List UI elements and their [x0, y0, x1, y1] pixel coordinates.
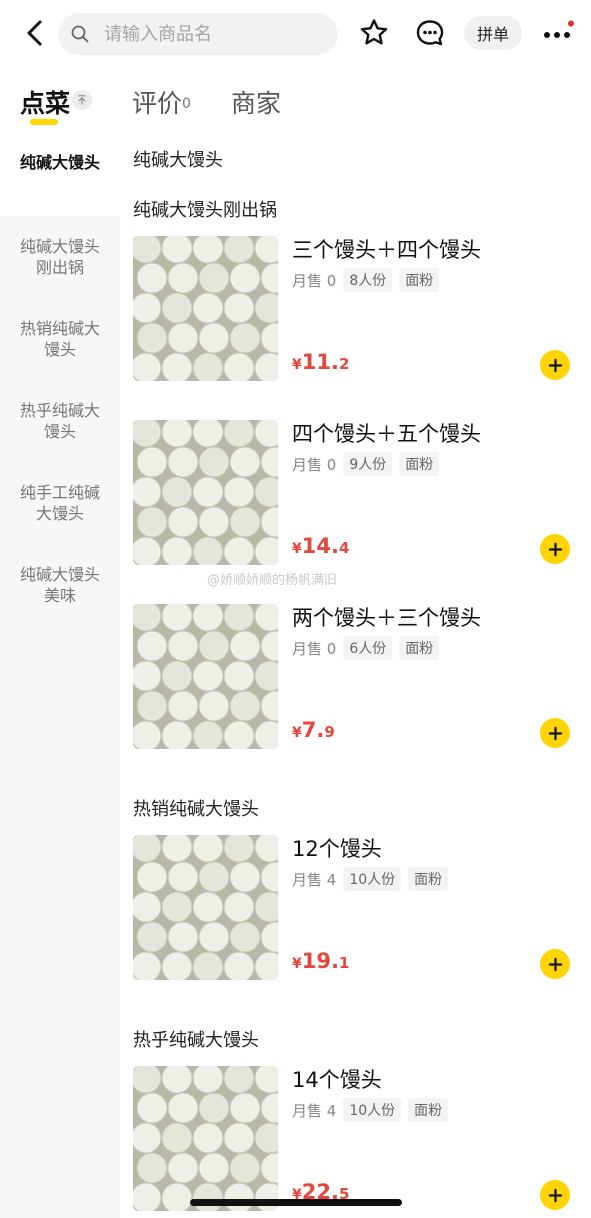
product-card[interactable]: 14个馒头 月售 4 10人份 面粉 ¥22.5: [133, 1066, 588, 1214]
product-meta: 月售 0 9人份 面粉: [292, 452, 446, 476]
monthly-sales: 月售 4: [292, 1101, 337, 1120]
monthly-sales: 月售 0: [292, 271, 337, 290]
serving-tag: 10人份: [343, 1098, 402, 1122]
serving-tag: 9人份: [343, 452, 393, 476]
search-icon: [71, 25, 89, 43]
sidebar-item[interactable]: 热销纯碱大馒头: [0, 318, 120, 360]
product-price: ¥7.9: [292, 718, 335, 742]
section-title: 纯碱大馒头刚出锅: [133, 200, 277, 221]
plus-icon: [548, 542, 562, 556]
add-to-cart-button[interactable]: [540, 949, 570, 979]
sidebar-item[interactable]: 纯碱大馒头美味: [0, 564, 120, 606]
watermark: @娇顺娇顺的杨帆满旧: [207, 573, 338, 588]
add-to-cart-button[interactable]: [540, 350, 570, 380]
product-price: ¥14.4: [292, 534, 350, 558]
product-image: [133, 604, 278, 749]
serving-tag: 8人份: [343, 268, 393, 292]
serving-tag: 10人份: [343, 867, 402, 891]
chat-icon[interactable]: [414, 17, 446, 49]
add-to-cart-button[interactable]: [540, 1180, 570, 1210]
sidebar-item[interactable]: 纯手工纯碱大馒头: [0, 482, 120, 524]
plus-icon: [548, 358, 562, 372]
product-image: [133, 420, 278, 565]
group-order-button[interactable]: 拼单: [464, 16, 522, 50]
product-price: ¥19.1: [292, 949, 350, 973]
home-indicator[interactable]: [190, 1199, 402, 1206]
product-name: 两个馒头＋三个馒头: [292, 606, 481, 630]
tab-merchant[interactable]: 商家: [231, 84, 281, 120]
tab-review[interactable]: 评价: [132, 84, 182, 120]
product-name: 三个馒头＋四个馒头: [292, 238, 481, 262]
sidebar-item-active[interactable]: 纯碱大馒头: [0, 130, 120, 216]
top-bar: 拼单: [0, 0, 591, 68]
product-card[interactable]: 12个馒头 月售 4 10人份 面粉 ¥19.1: [133, 835, 588, 983]
product-price: ¥11.2: [292, 350, 350, 374]
ingredient-tag: 面粉: [408, 867, 449, 891]
product-meta: 月售 0 8人份 面粉: [292, 268, 446, 292]
plus-icon: [548, 1188, 562, 1202]
product-card[interactable]: 三个馒头＋四个馒头 月售 0 8人份 面粉 ¥11.2: [133, 236, 588, 384]
review-count: 0: [182, 96, 191, 112]
ingredient-tag: 面粉: [399, 452, 440, 476]
add-to-cart-button[interactable]: [540, 718, 570, 748]
product-card[interactable]: 两个馒头＋三个馒头 月售 0 6人份 面粉 ¥7.9: [133, 604, 588, 752]
plus-icon: [548, 726, 562, 740]
more-icon[interactable]: [540, 20, 576, 48]
sidebar-item[interactable]: 纯碱大馒头刚出锅: [0, 236, 120, 278]
plus-icon: [548, 957, 562, 971]
collapse-up-icon[interactable]: [72, 90, 92, 110]
monthly-sales: 月售 4: [292, 870, 337, 889]
sidebar-item[interactable]: 热乎纯碱大馒头: [0, 400, 120, 442]
monthly-sales: 月售 0: [292, 455, 337, 474]
search-box[interactable]: [58, 13, 338, 55]
section-title: 热销纯碱大馒头: [133, 799, 259, 820]
search-input[interactable]: [102, 22, 316, 46]
tab-active-indicator: [30, 119, 58, 125]
notification-dot: [568, 20, 574, 27]
monthly-sales: 月售 0: [292, 639, 337, 658]
product-name: 14个馒头: [292, 1068, 382, 1092]
back-icon[interactable]: [18, 16, 52, 50]
product-meta: 月售 4 10人份 面粉: [292, 867, 455, 891]
ingredient-tag: 面粉: [408, 1098, 449, 1122]
ingredient-tag: 面粉: [399, 636, 440, 660]
product-name: 四个馒头＋五个馒头: [292, 422, 481, 446]
category-heading: 纯碱大馒头: [133, 150, 223, 171]
product-image: [133, 1066, 278, 1211]
product-name: 12个馒头: [292, 837, 382, 861]
ingredient-tag: 面粉: [399, 268, 440, 292]
product-meta: 月售 4 10人份 面粉: [292, 1098, 455, 1122]
tab-order[interactable]: 点菜: [20, 84, 70, 120]
star-icon[interactable]: [358, 17, 390, 49]
category-sidebar: 纯碱大馒头 纯碱大馒头刚出锅 热销纯碱大馒头 热乎纯碱大馒头 纯手工纯碱大馒头 …: [0, 130, 120, 1218]
add-to-cart-button[interactable]: [540, 534, 570, 564]
product-image: [133, 835, 278, 980]
product-meta: 月售 0 6人份 面粉: [292, 636, 446, 660]
serving-tag: 6人份: [343, 636, 393, 660]
product-card[interactable]: 四个馒头＋五个馒头 月售 0 9人份 面粉 ¥14.4: [133, 420, 588, 568]
section-title: 热乎纯碱大馒头: [133, 1030, 259, 1051]
product-image: [133, 236, 278, 381]
